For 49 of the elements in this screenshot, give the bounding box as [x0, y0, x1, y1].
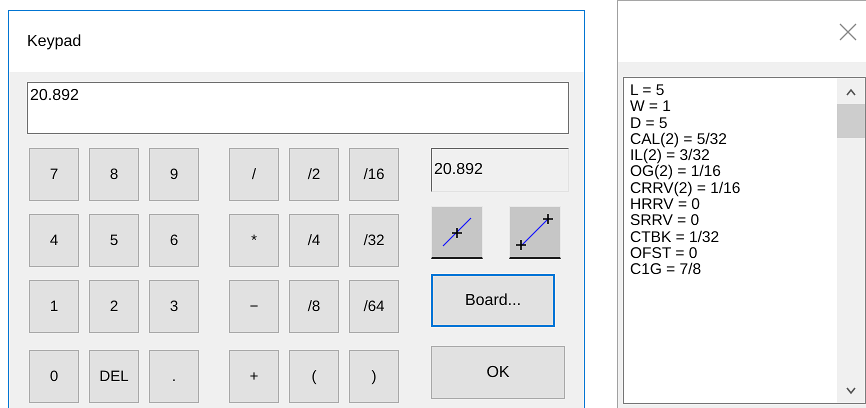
list-line[interactable]: D = 5 [630, 116, 837, 132]
keypad-key[interactable]: 7 [29, 148, 79, 201]
close-icon[interactable] [839, 22, 857, 40]
scroll-down-icon[interactable] [845, 387, 857, 395]
keypad-key[interactable]: * [229, 214, 279, 267]
list-line[interactable]: SRRV = 0 [630, 213, 837, 230]
keypad-key[interactable]: 1 [29, 280, 79, 333]
keypad-key[interactable]: 4 [29, 214, 79, 267]
keypad-key[interactable]: ) [349, 350, 399, 403]
list-line[interactable]: CRRV(2) = 1/16 [630, 180, 837, 198]
list-line[interactable]: CAL(2) = 5/32 [630, 132, 837, 148]
scroll-up-icon[interactable] [845, 88, 857, 96]
keypad-key[interactable]: /4 [289, 214, 339, 267]
keypad-key[interactable]: 9 [149, 148, 199, 201]
keypad-key[interactable]: 3 [149, 280, 199, 333]
list-line[interactable]: OG(2) = 1/16 [630, 164, 837, 181]
line-midpoint-button[interactable] [431, 206, 483, 259]
scrollbar[interactable] [837, 78, 865, 403]
keypad-key[interactable]: /64 [349, 280, 399, 333]
list-line[interactable]: L = 5 [630, 83, 837, 100]
line-with-plus-ends-icon [515, 212, 555, 252]
keypad-key[interactable]: DEL [89, 350, 139, 403]
keypad-key[interactable]: 2 [89, 280, 139, 333]
list-line[interactable]: C1G = 7/8 [630, 262, 837, 279]
keypad-key[interactable]: 6 [149, 214, 199, 267]
list-line[interactable]: CTBK = 1/32 [630, 230, 837, 246]
keypad-key[interactable]: /16 [349, 148, 399, 201]
scroll-thumb[interactable] [837, 104, 865, 138]
display-field[interactable]: 20.892 [27, 82, 569, 134]
keypad-key[interactable]: /8 [289, 280, 339, 333]
keypad-key[interactable]: − [229, 280, 279, 333]
keypad-key[interactable]: /2 [289, 148, 339, 201]
window-title: Keypad [27, 32, 82, 50]
keypad-key[interactable]: ( [289, 350, 339, 403]
keypad-key[interactable]: 8 [89, 148, 139, 201]
ok-button[interactable]: OK [431, 346, 565, 399]
list-line[interactable]: OFST = 0 [630, 246, 837, 262]
list-line[interactable]: IL(2) = 3/32 [630, 148, 837, 164]
keypad-key[interactable]: + [229, 350, 279, 403]
keypad-key[interactable]: . [149, 350, 199, 403]
list-line[interactable]: W = 1 [630, 99, 837, 116]
line-endpoints-button[interactable] [509, 206, 561, 259]
keypad-key[interactable]: 5 [89, 214, 139, 267]
keypad-key[interactable]: /32 [349, 214, 399, 267]
keypad-key[interactable]: / [229, 148, 279, 201]
board-button[interactable]: Board... [431, 274, 555, 327]
keypad-key[interactable]: 0 [29, 350, 79, 403]
readout-field[interactable]: 20.892 [431, 148, 569, 192]
list-line[interactable]: HRRV = 0 [630, 197, 837, 214]
